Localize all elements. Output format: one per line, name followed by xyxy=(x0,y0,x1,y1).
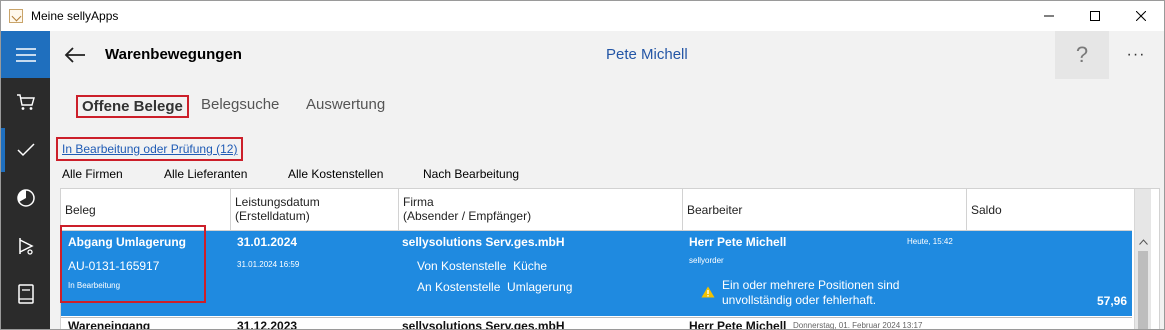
shopping-cart-icon xyxy=(16,94,35,110)
sidebar-menu-button[interactable] xyxy=(1,31,50,78)
close-icon xyxy=(1136,11,1146,21)
route-icon xyxy=(18,238,34,255)
warning-message-line-1: Ein oder mehrere Positionen sind xyxy=(722,278,900,292)
hamburger-menu-icon xyxy=(15,47,36,62)
checkmark-icon xyxy=(16,143,35,157)
column-header-sublabel: (Erstelldatum) xyxy=(235,209,310,223)
column-header-service-date[interactable]: Leistungsdatum (Erstelldatum) xyxy=(231,189,399,231)
window-title: Meine sellyApps xyxy=(31,9,119,23)
scrollbar-thumb[interactable] xyxy=(1138,251,1148,329)
maximize-button[interactable] xyxy=(1072,1,1118,31)
column-header-editor[interactable]: Bearbeiter xyxy=(683,189,967,231)
tab-document-search[interactable]: Belegsuche xyxy=(201,96,279,113)
company-name: sellysolutions Serv.ges.mbH xyxy=(402,235,565,249)
filter-companies[interactable]: Alle Firmen xyxy=(62,167,123,181)
table-scrollbar[interactable] xyxy=(1134,189,1151,329)
document-type: Wareneingang xyxy=(68,319,151,330)
page-header: Warenbewegungen Pete Michell ? ··· xyxy=(50,31,1164,79)
document-cell-highlight xyxy=(60,225,206,303)
sidebar-item-catalog[interactable] xyxy=(1,270,50,318)
book-icon xyxy=(17,284,34,304)
main-content: In Bearbeitung oder Prüfung (12) Alle Fi… xyxy=(50,127,1164,330)
minimize-button[interactable] xyxy=(1026,1,1072,31)
column-header-sublabel: (Absender / Empfänger) xyxy=(403,209,532,223)
tab-bar: Offene Belege Belegsuche Auswertung xyxy=(50,79,1164,127)
page-title: Warenbewegungen xyxy=(105,46,242,63)
created-date: 31.01.2024 16:59 xyxy=(237,260,300,269)
tab-evaluation[interactable]: Auswertung xyxy=(306,96,385,113)
more-options-button[interactable]: ··· xyxy=(1118,40,1154,70)
editor-name: Herr Pete Michell xyxy=(689,235,787,249)
minimize-icon xyxy=(1044,15,1054,17)
title-bar: Meine sellyApps xyxy=(1,1,1164,31)
column-header-label: Firma xyxy=(403,195,434,209)
editor-timestamp: Donnerstag, 01. Februar 2024 13:17 xyxy=(793,321,923,330)
service-date: 31.01.2024 xyxy=(237,235,298,249)
back-button[interactable] xyxy=(60,41,90,69)
sidebar-item-reports[interactable] xyxy=(1,174,50,222)
column-header-balance[interactable]: Saldo xyxy=(967,189,1132,231)
column-header-label: Leistungsdatum xyxy=(235,195,320,209)
pie-chart-icon xyxy=(16,189,35,207)
sidebar-item-orders[interactable] xyxy=(1,78,50,126)
table-header: Beleg Leistungsdatum (Erstelldatum) Firm… xyxy=(61,189,1132,231)
scroll-up-icon xyxy=(1139,239,1148,245)
status-filter-link[interactable]: In Bearbeitung oder Prüfung (12) xyxy=(56,137,244,161)
table-row[interactable]: Abgang Umlagerung AU-0131-165917 In Bear… xyxy=(61,231,1132,316)
editor-account: sellyorder xyxy=(689,256,724,265)
close-button[interactable] xyxy=(1118,1,1164,31)
warning-icon xyxy=(701,286,715,298)
maximize-icon xyxy=(1090,11,1100,21)
column-header-label: Saldo xyxy=(971,203,1002,217)
filter-suppliers[interactable]: Alle Lieferanten xyxy=(164,167,247,181)
sidebar-item-routes[interactable] xyxy=(1,222,50,270)
tab-open-documents[interactable]: Offene Belege xyxy=(76,95,189,118)
table-row[interactable]: Wareneingang 31.12.2023 sellysolutions S… xyxy=(61,317,1132,330)
service-date: 31.12.2023 xyxy=(237,319,298,330)
documents-table: Beleg Leistungsdatum (Erstelldatum) Firm… xyxy=(60,188,1160,330)
column-header-company[interactable]: Firma (Absender / Empfänger) xyxy=(399,189,683,231)
app-logo-icon xyxy=(9,9,23,23)
balance-value: 57,96 xyxy=(1097,294,1128,308)
help-button[interactable]: ? xyxy=(1055,31,1109,79)
sidebar xyxy=(1,31,50,329)
more-icon: ··· xyxy=(1126,46,1146,63)
user-name[interactable]: Pete Michell xyxy=(606,46,688,63)
column-header-label: Bearbeiter xyxy=(687,203,743,217)
source-cost-center: Von Kostenstelle Küche xyxy=(417,259,548,273)
editor-name: Herr Pete Michell xyxy=(689,319,787,330)
warning-message-line-2: unvollständig oder fehlerhaft. xyxy=(722,293,877,307)
company-name: sellysolutions Serv.ges.mbH xyxy=(402,319,565,330)
help-icon: ? xyxy=(1075,42,1089,67)
column-header-label: Beleg xyxy=(65,203,96,217)
target-cost-center: An Kostenstelle Umlagerung xyxy=(417,280,573,294)
sidebar-item-goods-movements[interactable] xyxy=(1,126,50,174)
window-controls xyxy=(1026,1,1164,31)
app-window: Meine sellyApps Warenbewegungen Pete Mic… xyxy=(0,0,1165,330)
filter-cost-centers[interactable]: Alle Kostenstellen xyxy=(288,167,383,181)
editor-timestamp: Heute, 15:42 xyxy=(907,237,953,246)
filter-sort-by-editing[interactable]: Nach Bearbeitung xyxy=(423,167,519,181)
arrow-left-icon xyxy=(64,47,85,63)
